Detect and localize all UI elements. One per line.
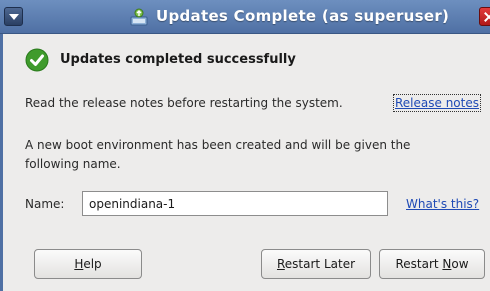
release-notes-text: Read the release notes before restarting… xyxy=(25,96,343,110)
dialog-window: Updates Complete (as superuser) Updates … xyxy=(0,0,490,291)
boot-env-name-input[interactable] xyxy=(82,191,388,216)
help-button[interactable]: Help xyxy=(34,249,142,279)
release-notes-link[interactable]: Release notes xyxy=(393,94,481,112)
help-mnemonic: H xyxy=(74,257,84,271)
help-label-rest: elp xyxy=(83,257,102,271)
boot-env-text-line2: following name. xyxy=(25,157,121,171)
restart-now-button[interactable]: Restart Now xyxy=(379,249,485,279)
window-title: Updates Complete (as superuser) xyxy=(156,7,450,25)
window-menu-button[interactable] xyxy=(4,7,23,26)
restart-later-button[interactable]: Restart Later xyxy=(261,249,371,279)
restart-later-mnemonic: R xyxy=(276,257,285,271)
restart-now-label-prefix: Restart xyxy=(395,257,443,271)
boot-env-text-line1: A new boot environment has been created … xyxy=(25,138,411,152)
status-heading: Updates completed successfully xyxy=(60,52,296,67)
restart-now-label-rest: ow xyxy=(451,257,469,271)
whats-this-link[interactable]: What's this? xyxy=(406,197,479,211)
title-bar[interactable]: Updates Complete (as superuser) xyxy=(0,0,490,34)
name-label: Name: xyxy=(25,197,65,211)
restart-later-label-rest: estart Later xyxy=(284,257,356,271)
checkmark-success-icon xyxy=(25,48,49,72)
update-manager-icon xyxy=(130,8,148,26)
close-button[interactable] xyxy=(479,7,490,26)
window-border xyxy=(0,34,3,291)
